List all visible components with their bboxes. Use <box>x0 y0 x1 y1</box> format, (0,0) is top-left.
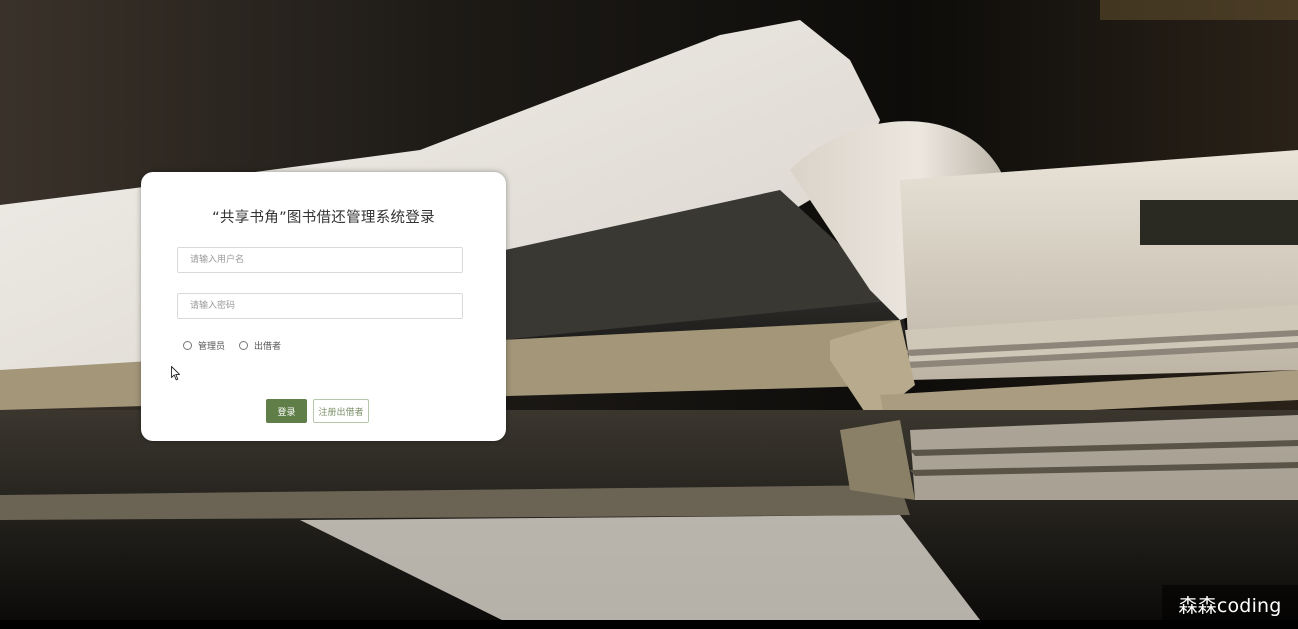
login-card: “共享书角”图书借还管理系统登录 管理员 出借者 登录 注册出借者 <box>141 172 506 441</box>
password-input[interactable] <box>177 293 463 319</box>
watermark: 森森coding <box>1162 585 1298 623</box>
login-button[interactable]: 登录 <box>266 399 307 423</box>
register-lender-button[interactable]: 注册出借者 <box>313 399 369 423</box>
radio-button-lender[interactable] <box>239 340 249 350</box>
role-label-admin: 管理员 <box>198 341 226 352</box>
mouse-pointer-icon <box>171 366 181 385</box>
radio-button-admin[interactable] <box>183 340 192 350</box>
login-title: “共享书角”图书借还管理系统登录 <box>212 210 435 226</box>
username-input[interactable] <box>177 247 463 273</box>
role-selector: 管理员 出借者 <box>183 338 295 352</box>
role-option-admin[interactable]: 管理员 <box>183 339 225 352</box>
role-label-lender: 出借者 <box>254 341 282 352</box>
role-option-lender[interactable]: 出借者 <box>239 339 281 352</box>
